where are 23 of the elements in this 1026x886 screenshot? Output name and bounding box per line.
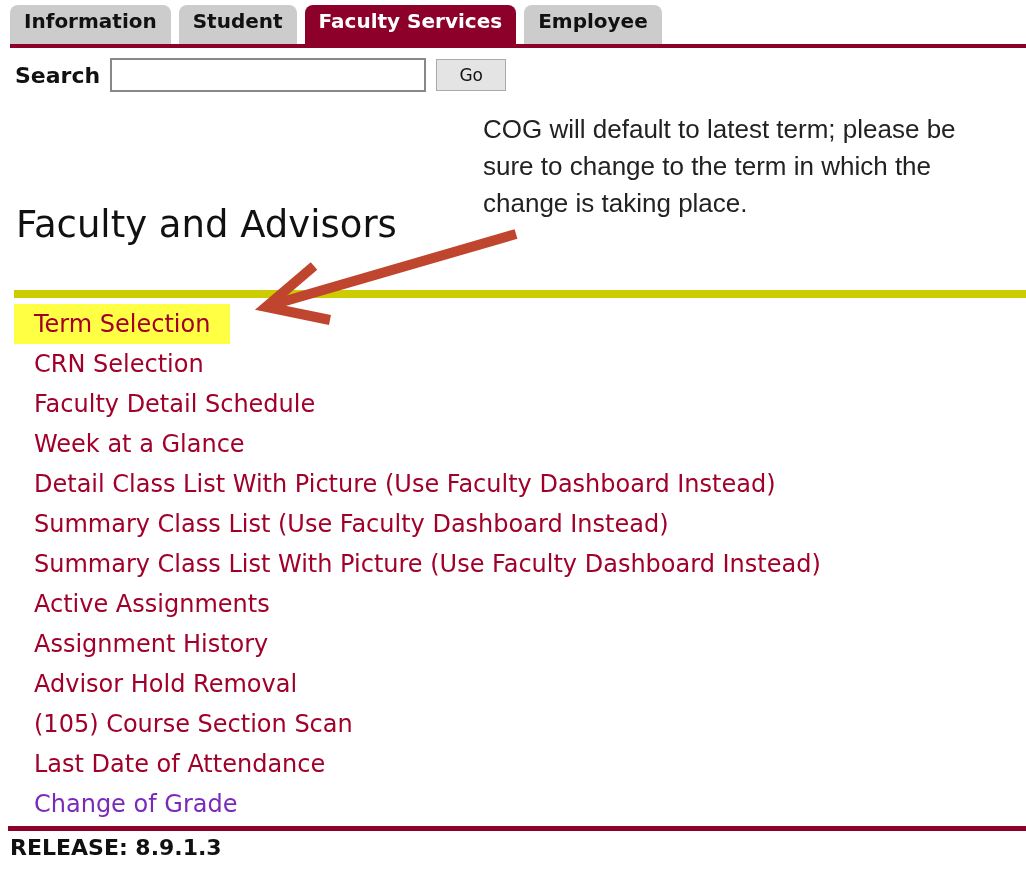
tab[interactable]: Employee	[524, 5, 662, 44]
search-field[interactable]	[110, 58, 427, 92]
release-label: RELEASE: 8.9.1.3	[9, 834, 223, 860]
menu-link[interactable]: (105) Course Section Scan	[14, 704, 373, 744]
go-button[interactable]: Go	[436, 59, 507, 91]
menu-link[interactable]: Last Date of Attendance	[14, 744, 346, 784]
menu-link[interactable]: Faculty Detail Schedule	[14, 384, 336, 424]
menu-link[interactable]: Assignment History	[14, 624, 289, 664]
menu-link[interactable]: CRN Selection	[14, 344, 224, 384]
menu-link[interactable]: Term Selection	[14, 304, 231, 344]
menu-link[interactable]: Change of Grade	[14, 784, 258, 824]
callout-note: COG will default to latest term; please be sure to change to the term in which the change is taking place.	[483, 113, 957, 220]
search-label: Search	[15, 62, 101, 88]
menu-link[interactable]: Detail Class List With Picture (Use Faculty Dashboard Instead)	[14, 464, 796, 504]
tab[interactable]: Faculty Services	[304, 5, 517, 44]
tab[interactable]: Information	[10, 5, 171, 44]
menu-link[interactable]: Active Assignments	[14, 584, 290, 624]
tab[interactable]: Student	[178, 5, 297, 44]
page-heading: Faculty and Advisors	[16, 203, 398, 246]
menu-link[interactable]: Summary Class List With Picture (Use Faculty Dashboard Instead)	[14, 544, 841, 584]
menu-link[interactable]: Advisor Hold Removal	[14, 664, 318, 704]
menu-link[interactable]: Summary Class List (Use Faculty Dashboard Instead)	[14, 504, 689, 544]
menu-link[interactable]: Week at a Glance	[14, 424, 265, 464]
